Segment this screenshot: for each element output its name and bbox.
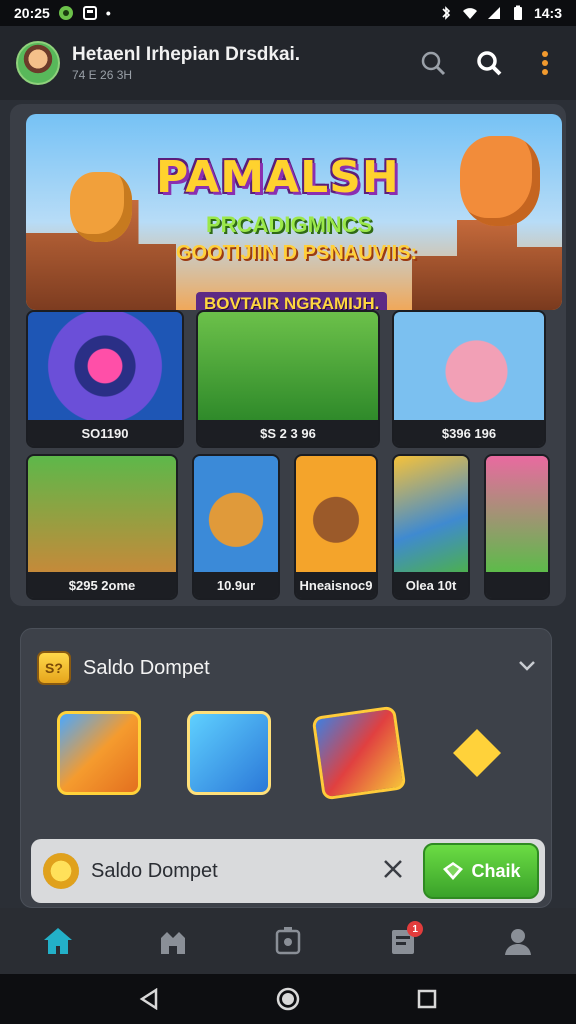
status-time: 20:25 <box>14 5 50 21</box>
search-button[interactable] <box>474 48 504 78</box>
game-art <box>28 456 176 572</box>
search-button-outline[interactable] <box>418 48 448 78</box>
search-icon <box>421 51 446 76</box>
game-card-label: Hneaisnoc9 <box>296 572 376 598</box>
banner-character-right <box>460 136 540 226</box>
game-card[interactable]: Olea 10t <box>392 454 470 600</box>
recents-square-icon <box>417 989 436 1009</box>
bottom-navigation: 1 <box>0 908 576 974</box>
game-card-label: $S 2 3 96 <box>198 420 378 446</box>
game-art <box>394 312 544 420</box>
image-notification-icon <box>82 6 97 20</box>
game-card[interactable]: $396 196 <box>392 310 546 448</box>
app-header: Hetaenl Irhepian Drsdkai. 74 E 26 3H <box>0 26 576 100</box>
banner-tagline: GOOTIJIIN D PSNAUVIIS: <box>176 242 418 264</box>
status-bar: 20:25 • 14:3 <box>0 0 576 26</box>
nav-profile[interactable] <box>498 921 538 961</box>
wallet-title: Saldo Dompet <box>83 656 210 679</box>
game-card-label: Olea 10t <box>394 572 468 598</box>
wallet-coin-icon: S? <box>37 651 71 685</box>
banner-title: PAMALSH <box>156 152 400 203</box>
bluetooth-icon <box>442 6 451 20</box>
wallet-icon <box>275 927 301 955</box>
banner-castle-right <box>412 220 562 310</box>
game-row-1: SO1190 $S 2 3 96 $396 196 <box>26 310 546 448</box>
more-notifications-dot: • <box>105 5 111 21</box>
claim-button[interactable]: Chaik <box>423 843 539 899</box>
system-home-button[interactable] <box>268 979 308 1019</box>
reward-item-box[interactable] <box>57 711 141 795</box>
castle-icon <box>160 932 185 954</box>
home-icon <box>43 928 72 954</box>
status-clock: 14:3 <box>533 5 562 21</box>
nav-games[interactable] <box>153 921 193 961</box>
reward-item-cards[interactable] <box>311 705 407 801</box>
banner-subtitle: PRCADIGMNCS <box>206 212 373 237</box>
notification-badge: 1 <box>407 921 424 937</box>
game-row-2: $295 2ome 10.9ur Hneaisnoc9 Olea 10t <box>26 454 550 600</box>
coins-icon <box>43 853 79 889</box>
nav-home[interactable] <box>38 921 78 961</box>
game-card-label: SO1190 <box>28 420 182 446</box>
claim-label: Chaik <box>471 860 521 881</box>
more-vertical-icon <box>542 51 548 75</box>
chevron-down-icon <box>519 660 535 671</box>
app-notification-icon <box>58 6 73 20</box>
page-title: Hetaenl Irhepian Drsdkai. <box>72 44 301 65</box>
game-card[interactable]: SO1190 <box>26 310 184 448</box>
wallet-balance-label: Saldo Dompet <box>91 859 218 882</box>
game-card[interactable]: 10.9ur <box>192 454 280 600</box>
game-card-label: 10.9ur <box>194 572 278 598</box>
wallet-header[interactable]: S? Saldo Dompet <box>37 651 537 685</box>
game-card[interactable]: $S 2 3 96 <box>196 310 380 448</box>
game-art <box>194 456 278 572</box>
collapse-button[interactable] <box>517 659 537 678</box>
page-subtitle: 74 E 26 3H <box>72 68 133 82</box>
signal-icon <box>487 7 500 19</box>
game-art <box>28 312 182 420</box>
game-card-label: $295 2ome <box>28 572 176 598</box>
game-card[interactable] <box>484 454 550 600</box>
close-icon <box>384 859 402 878</box>
dismiss-button[interactable] <box>381 857 405 886</box>
wallet-balance-bar: Saldo Dompet Chaik <box>31 839 545 903</box>
game-card-label: $396 196 <box>394 420 544 446</box>
person-icon <box>505 929 532 955</box>
search-icon <box>477 51 502 76</box>
game-art <box>296 456 376 572</box>
promo-banner[interactable]: PAMALSH PRCADIGMNCS GOOTIJIIN D PSNAUVII… <box>26 114 562 310</box>
game-card[interactable]: $295 2ome <box>26 454 178 600</box>
wifi-icon <box>462 8 477 19</box>
game-card[interactable]: Hneaisnoc9 <box>294 454 378 600</box>
game-art <box>394 456 468 572</box>
system-recents-button[interactable] <box>407 979 447 1019</box>
more-options-button[interactable] <box>530 48 560 78</box>
battery-icon <box>513 5 522 20</box>
wallet-items <box>57 705 501 801</box>
reward-item-card[interactable] <box>187 711 271 795</box>
game-art <box>486 456 548 572</box>
avatar[interactable] <box>16 41 60 85</box>
nav-wallet[interactable] <box>268 921 308 961</box>
system-back-button[interactable] <box>129 979 169 1019</box>
back-triangle-icon <box>140 988 158 1010</box>
system-navigation <box>0 974 576 1024</box>
home-circle-icon <box>276 987 300 1011</box>
wallet-panel: S? Saldo Dompet Saldo Dompet Chaik <box>20 628 552 908</box>
banner-character-left <box>70 172 132 242</box>
game-card-label <box>486 572 548 598</box>
gem-icon <box>443 862 464 880</box>
reward-item-gem[interactable] <box>453 729 501 777</box>
game-catalog: PAMALSH PRCADIGMNCS GOOTIJIIN D PSNAUVII… <box>10 104 566 606</box>
nav-notifications[interactable]: 1 <box>383 921 424 961</box>
game-art <box>198 312 378 420</box>
banner-ribbon: BOVTAIR NGRAMIJH. <box>196 292 388 310</box>
